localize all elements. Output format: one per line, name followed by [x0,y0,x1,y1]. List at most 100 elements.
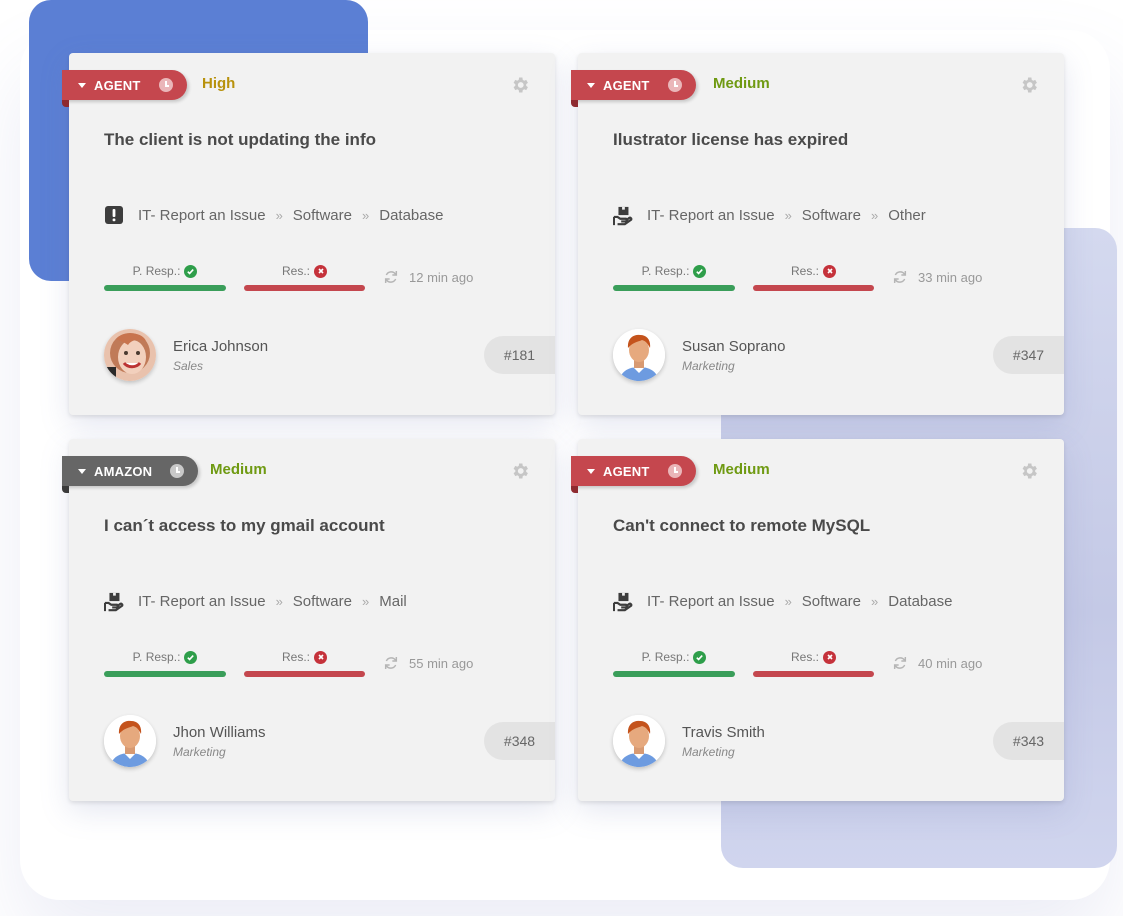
resolution-label: Res.: [790,264,819,278]
priority-label: High [202,75,236,92]
requester[interactable]: Erica Johnson Sales [104,329,268,381]
breadcrumb-item[interactable]: Software [802,207,861,224]
breadcrumb: IT- Report an Issue » Software » Databas… [613,591,952,612]
gear-icon[interactable] [510,461,530,481]
first-response-label: P. Resp.: [132,650,181,664]
tag-label: AMAZON [94,463,153,479]
check-icon [693,264,707,278]
gear-icon[interactable] [1019,461,1039,481]
hand-box-icon [613,591,633,612]
ticket-title[interactable]: Ilustrator license has expired [613,130,848,150]
ticket-title[interactable]: The client is not updating the info [104,130,376,150]
default-avatar[interactable] [613,715,665,767]
resolution-label: Res.: [281,264,310,278]
hand-box-icon [104,591,124,612]
breadcrumb-item[interactable]: Software [293,207,352,224]
ticket-tag-button[interactable]: AGENT [571,70,696,107]
resolution-status: Res.: [244,649,365,677]
refresh-icon[interactable] [383,269,399,285]
first-response-status: P. Resp.: [104,263,226,291]
requester-department: Sales [173,358,204,373]
check-icon [184,650,198,664]
priority-label: Medium [713,75,770,92]
ticket-card-2[interactable]: AGENT Medium Ilustrator license has expi… [571,53,1064,415]
breadcrumb-item[interactable]: IT- Report an Issue [138,593,266,610]
ticket-number[interactable]: #343 [993,722,1064,760]
breadcrumb: IT- Report an Issue » Software » Other [613,205,926,226]
breadcrumb-item[interactable]: IT- Report an Issue [647,593,775,610]
ticket-title[interactable]: I can´t access to my gmail account [104,516,385,536]
ticket-card-4[interactable]: AGENT Medium Can't connect to remote MyS… [571,439,1064,801]
gear-icon[interactable] [510,75,530,95]
breadcrumb-item[interactable]: Other [888,207,926,224]
resolution-bar [753,671,874,677]
priority-label: Medium [713,461,770,478]
breadcrumb-item[interactable]: Software [293,593,352,610]
clock-icon [158,78,173,92]
ticket-number[interactable]: #181 [484,336,555,374]
ticket-number[interactable]: #348 [484,722,555,760]
ticket-number[interactable]: #347 [993,336,1064,374]
first-response-bar [104,671,226,677]
first-response-bar [613,671,735,677]
caret-down-icon [78,468,86,474]
sla-status: P. Resp.: Res.: [104,263,473,291]
sla-status: P. Resp.: Res.: [613,263,982,291]
breadcrumb-item[interactable]: IT- Report an Issue [138,207,266,224]
exclamation-icon [104,205,124,225]
ticket-title[interactable]: Can't connect to remote MySQL [613,516,870,536]
sla-status: P. Resp.: Res.: [613,649,982,677]
first-response-label: P. Resp.: [641,264,690,278]
requester-name: Jhon Williams [173,723,266,741]
x-icon [314,264,327,278]
refresh-icon[interactable] [892,655,908,671]
last-updated: 33 min ago [892,269,982,285]
resolution-bar [753,285,874,291]
requester-department: Marketing [682,358,735,373]
default-avatar[interactable] [104,715,156,767]
updated-time: 55 min ago [409,655,474,671]
requester-department: Marketing [682,744,735,759]
clock-icon [667,464,682,478]
requester-name: Travis Smith [682,723,765,741]
caret-down-icon [78,82,86,88]
check-icon [693,650,707,664]
ticket-tag-button[interactable]: AMAZON [62,456,199,493]
tag-label: AGENT [603,77,650,93]
ticket-card-3[interactable]: AMAZON Medium I can´t access to my gmail… [62,439,555,801]
first-response-status: P. Resp.: [104,649,226,677]
default-avatar[interactable] [613,329,665,381]
refresh-icon[interactable] [383,655,399,671]
breadcrumb-item[interactable]: Software [802,593,861,610]
first-response-status: P. Resp.: [613,649,735,677]
tag-label: AGENT [94,77,141,93]
x-icon [823,264,836,278]
photo-avatar[interactable] [104,329,156,381]
breadcrumb: IT- Report an Issue » Software » Databas… [104,205,443,225]
updated-time: 33 min ago [918,269,983,285]
breadcrumb: IT- Report an Issue » Software » Mail [104,591,407,612]
requester[interactable]: Jhon Williams Marketing [104,715,266,767]
last-updated: 40 min ago [892,655,982,671]
ticket-card-1[interactable]: AGENT High The client is not updating th… [62,53,555,415]
breadcrumb-item[interactable]: Database [379,207,443,224]
breadcrumb-separator: » [362,593,370,609]
requester[interactable]: Susan Soprano Marketing [613,329,785,381]
resolution-bar [244,285,365,291]
clock-icon [170,464,185,478]
resolution-status: Res.: [753,263,874,291]
breadcrumb-separator: » [784,207,792,223]
requester-name: Erica Johnson [173,337,269,355]
breadcrumb-separator: » [275,207,283,223]
breadcrumb-item[interactable]: Database [888,593,952,610]
ticket-tag-button[interactable]: AGENT [62,70,187,107]
caret-down-icon [587,468,595,474]
refresh-icon[interactable] [892,269,908,285]
breadcrumb-item[interactable]: Mail [379,593,407,610]
first-response-label: P. Resp.: [132,264,181,278]
breadcrumb-item[interactable]: IT- Report an Issue [647,207,775,224]
x-icon [823,650,836,664]
requester[interactable]: Travis Smith Marketing [613,715,765,767]
ticket-tag-button[interactable]: AGENT [571,456,696,493]
gear-icon[interactable] [1019,75,1039,95]
